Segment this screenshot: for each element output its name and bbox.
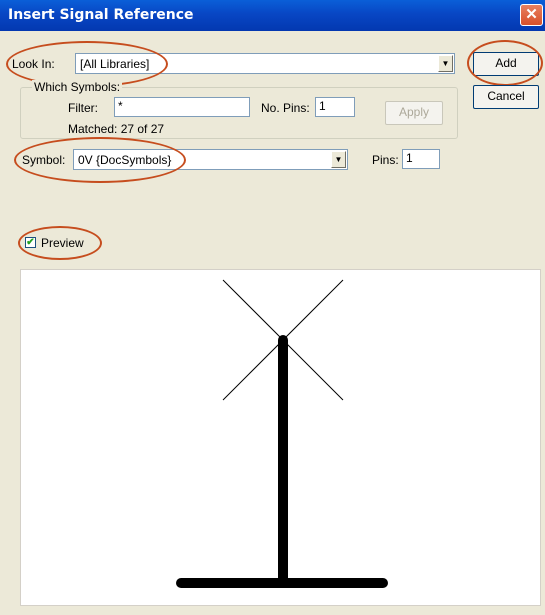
chevron-down-icon[interactable]: ▼	[331, 151, 346, 168]
cancel-button[interactable]: Cancel	[473, 85, 539, 109]
add-button-label: Add	[495, 56, 517, 70]
cancel-button-label: Cancel	[487, 89, 525, 103]
apply-button-label: Apply	[398, 105, 430, 119]
matched-count: Matched: 27 of 27	[68, 122, 165, 136]
chevron-down-icon[interactable]: ▼	[438, 55, 453, 72]
add-button[interactable]: Add	[473, 52, 539, 76]
symbol-dropdown[interactable]: 0V {DocSymbols} ▼	[73, 149, 348, 170]
look-in-label: Look In:	[12, 57, 55, 71]
apply-button[interactable]: Apply	[385, 101, 443, 125]
symbol-label: Symbol:	[22, 153, 66, 167]
preview-checkbox[interactable]: ✔	[25, 237, 36, 248]
checkmark-icon: ✔	[26, 237, 35, 248]
which-symbols-title: Which Symbols:	[32, 80, 123, 94]
pins-value-field: 1	[402, 149, 440, 169]
close-icon: ✕	[525, 6, 538, 23]
title-bar: Insert Signal Reference ✕	[0, 0, 545, 31]
preview-label: Preview	[41, 236, 84, 250]
no-pins-input[interactable]: 1	[315, 97, 355, 117]
filter-value: *	[118, 99, 123, 113]
preview-pane	[20, 269, 541, 606]
no-pins-value: 1	[319, 99, 326, 113]
pins-value: 1	[406, 151, 413, 165]
close-button[interactable]: ✕	[520, 4, 543, 26]
symbol-value: 0V {DocSymbols}	[78, 153, 172, 167]
look-in-value: [All Libraries]	[80, 57, 150, 71]
pins-label: Pins:	[372, 153, 399, 167]
symbol-preview-drawing	[176, 279, 388, 588]
filter-input[interactable]: *	[114, 97, 250, 117]
window-title: Insert Signal Reference	[8, 7, 194, 23]
no-pins-label: No. Pins:	[261, 101, 310, 115]
filter-label: Filter:	[68, 101, 98, 115]
look-in-dropdown[interactable]: [All Libraries] ▼	[75, 53, 455, 74]
